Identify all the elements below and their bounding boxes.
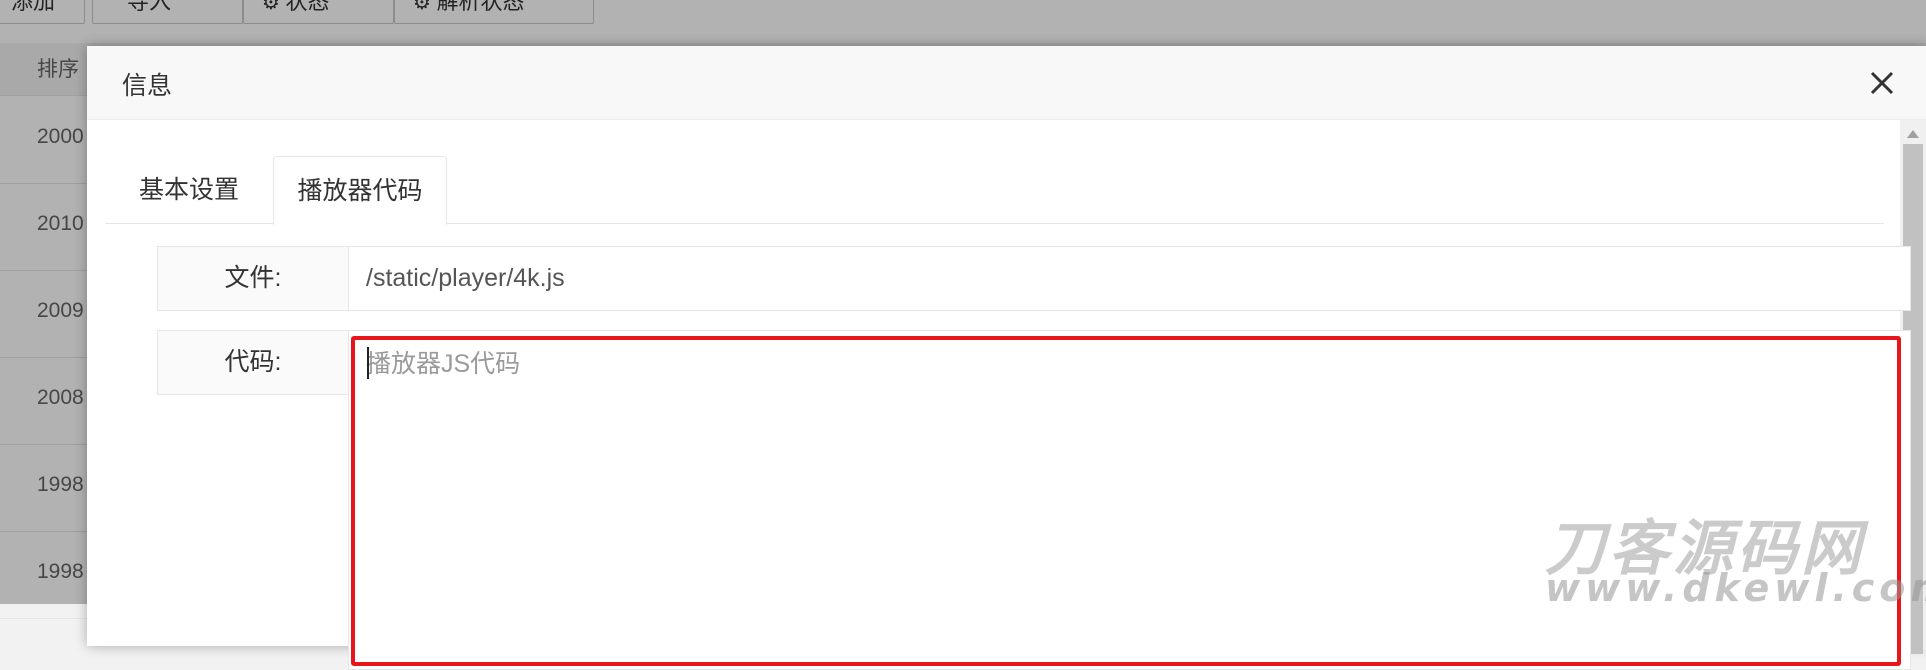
close-button[interactable] — [1863, 64, 1901, 102]
file-label: 文件: — [157, 246, 349, 311]
scroll-up-arrow-icon[interactable] — [1907, 130, 1919, 138]
tab-player-code[interactable]: 播放器代码 — [273, 156, 447, 225]
dialog-titlebar: 信息 — [87, 46, 1926, 120]
player-code-textarea[interactable] — [348, 330, 1911, 670]
file-path-input[interactable] — [348, 246, 1911, 311]
dialog-title: 信息 — [122, 72, 173, 100]
close-icon — [1870, 71, 1894, 95]
text-cursor — [367, 347, 369, 379]
code-label: 代码: — [157, 330, 349, 395]
tab-basic-settings[interactable]: 基本设置 — [105, 156, 273, 225]
info-dialog: 信息 基本设置 播放器代码 文件: 代码: — [87, 46, 1926, 670]
tab-bar: 基本设置 播放器代码 — [105, 156, 1884, 225]
